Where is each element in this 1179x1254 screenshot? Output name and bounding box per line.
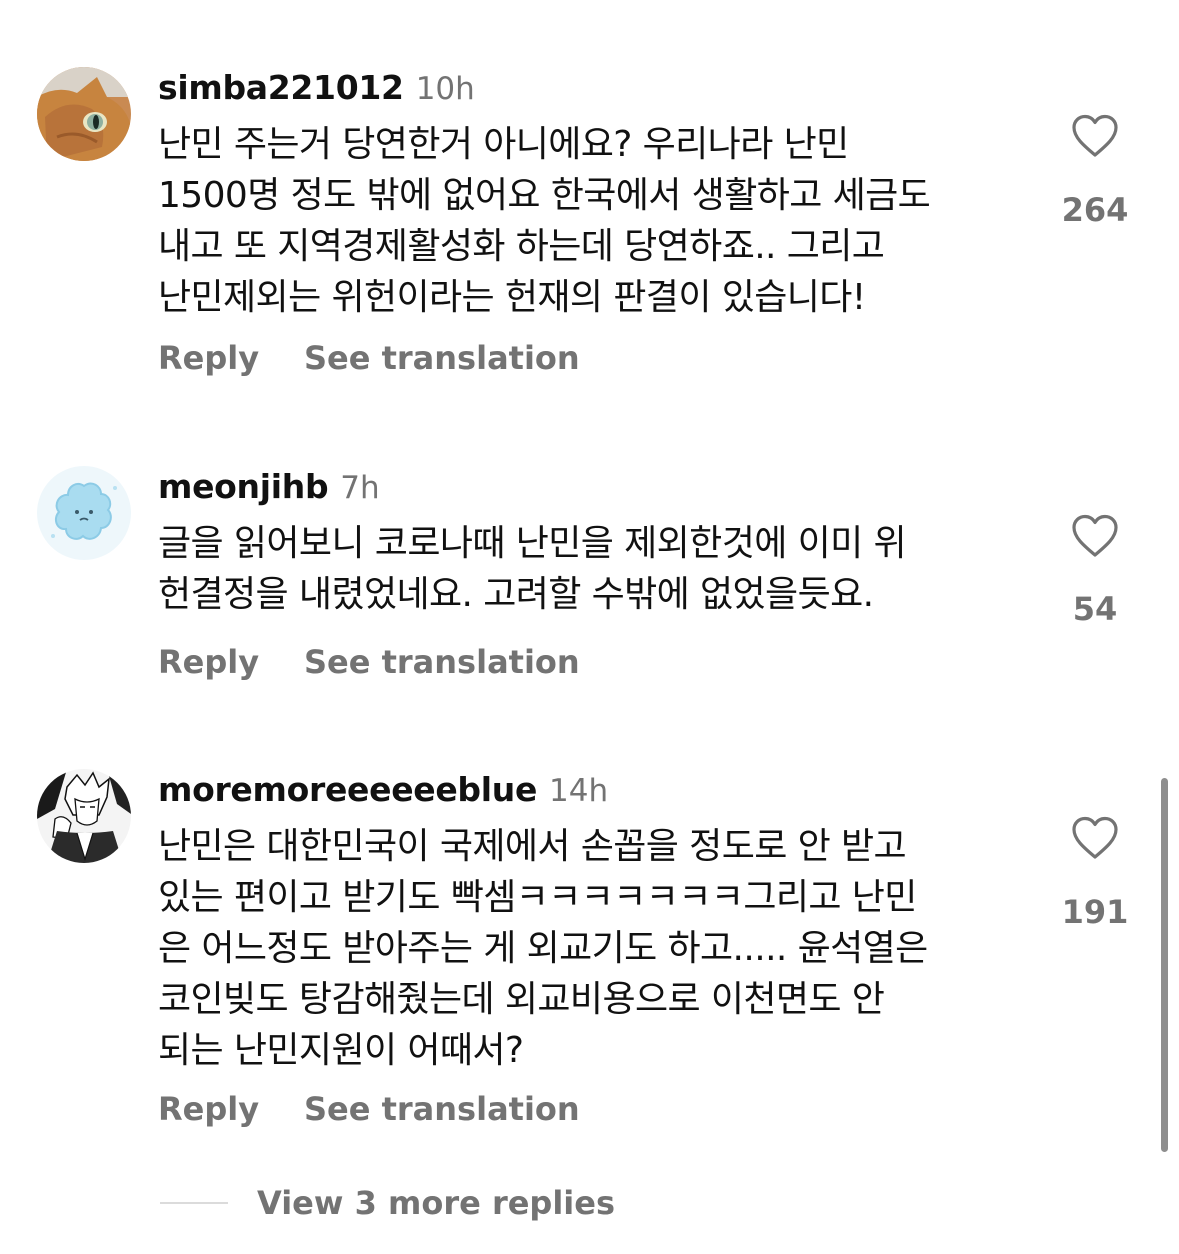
see-translation-button[interactable]: See translation: [304, 640, 580, 684]
scrollbar[interactable]: [1161, 778, 1168, 1152]
blue-dust-character-avatar: [37, 466, 131, 560]
like-count: 191: [1061, 893, 1129, 931]
comment-text-line: 난민제외는 위헌이라는 헌재의 판결이 있습니다!: [158, 277, 866, 318]
comment-text-line: 내고 또 지역경제활성화 하는데 당연하죠.. 그리고: [158, 226, 885, 267]
like-count: 54: [1072, 590, 1118, 628]
heart-outline-icon[interactable]: [1071, 816, 1119, 860]
see-translation-button[interactable]: See translation: [304, 336, 580, 380]
timestamp: 10h: [415, 71, 475, 107]
comment-text-line: 난민 주는거 당연한거 아니에요? 우리나라 난민: [158, 124, 849, 165]
view-more-replies-label: View 3 more replies: [257, 1184, 616, 1222]
timestamp: 7h: [340, 470, 380, 506]
comment-text-line: 은 어느정도 받아주는 게 외교기도 하고..... 윤석열은: [158, 928, 928, 969]
comment-header: meonjihb 7h: [158, 465, 380, 509]
comment-actions: Reply See translation: [158, 640, 580, 684]
reply-button[interactable]: Reply: [158, 339, 259, 377]
username[interactable]: simba221012: [158, 68, 404, 107]
heart-outline-icon[interactable]: [1071, 514, 1119, 558]
comment-text-line: 글을 읽어보니 코로나때 난민을 제외한것에 이미 위: [158, 523, 907, 564]
see-translation-button[interactable]: See translation: [304, 1087, 580, 1131]
comment-header: moremoreeeeeeblue 14h: [158, 768, 608, 812]
comment-text: 글을 읽어보니 코로나때 난민을 제외한것에 이미 위 헌결정을 내렸었네요. …: [158, 518, 1028, 620]
comment-text-line: 코인빚도 탕감해줬는데 외교비용으로 이천면도 안: [158, 979, 885, 1020]
timestamp: 14h: [549, 773, 609, 809]
comment-actions: Reply See translation: [158, 336, 580, 380]
username[interactable]: moremoreeeeeeblue: [158, 770, 537, 809]
comment-text: 난민은 대한민국이 국제에서 손꼽을 정도로 안 받고 있는 편이고 받기도 빡…: [158, 821, 1028, 1076]
comment-header: simba221012 10h: [158, 66, 475, 110]
cat-photo-avatar: [37, 67, 131, 161]
heart-outline-icon[interactable]: [1071, 114, 1119, 158]
avatar[interactable]: [37, 67, 131, 161]
comment-text: 난민 주는거 당연한거 아니에요? 우리나라 난민 1500명 정도 밖에 없어…: [158, 119, 1028, 323]
comment-text-line: 1500명 정도 밖에 없어요 한국에서 생활하고 세금도: [158, 175, 931, 216]
reply-button[interactable]: Reply: [158, 1090, 259, 1128]
like-count: 264: [1061, 191, 1129, 229]
comment-text-line: 되는 난민지원이 어때서?: [158, 1030, 524, 1071]
comment-actions: Reply See translation: [158, 1087, 580, 1131]
username[interactable]: meonjihb: [158, 467, 329, 506]
avatar[interactable]: [37, 466, 131, 560]
reply-button[interactable]: Reply: [158, 643, 259, 681]
comment-text-line: 헌결정을 내렸었네요. 고려할 수밖에 없었을듯요.: [158, 574, 874, 615]
reply-thread-divider: [160, 1202, 228, 1204]
avatar[interactable]: [37, 769, 131, 863]
manga-character-avatar: [37, 769, 131, 863]
comment-text-line: 있는 편이고 받기도 빡셈ㅋㅋㅋㅋㅋㅋㅋ그리고 난민: [158, 877, 917, 918]
comment-text-line: 난민은 대한민국이 국제에서 손꼽을 정도로 안 받고: [158, 826, 907, 867]
